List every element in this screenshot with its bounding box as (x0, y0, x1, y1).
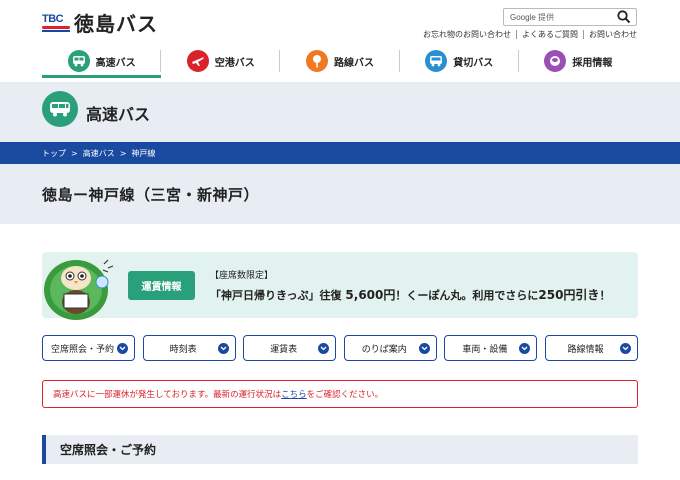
nav-item-recruit[interactable]: 採用情報 (519, 44, 638, 78)
alert-text: 高速バスに一部運休が発生しております。最新の運行状況は (53, 390, 282, 400)
nav-label: 貸切バス (453, 57, 494, 69)
subnav-route-info[interactable]: 路線情報 (544, 335, 638, 361)
breadcrumb-separator: > (71, 148, 78, 158)
bus-stop-icon (306, 50, 328, 72)
logo-text: 徳島バス (74, 12, 158, 36)
utility-link-lost-items[interactable]: お忘れ物のお問い合わせ (423, 30, 516, 39)
subnav-vehicles[interactable]: 車両・設備 (444, 335, 538, 361)
route-header: 徳島ー神戸線（三宮・新神戸） (0, 164, 680, 224)
section-header: 高速バス (0, 82, 680, 142)
tbc-logo-mark: TBC (42, 12, 70, 34)
promo-text: 「神戸日帰りきっぷ」往復 5,600円！くーぽん丸。利用でさらに250円引き！ (210, 288, 611, 302)
chevron-down-icon (318, 343, 330, 354)
chevron-down-icon (217, 343, 229, 354)
search-icon[interactable] (616, 9, 632, 25)
subnav-reservation[interactable]: 空席照会・予約 (42, 335, 135, 361)
subnav-bus-stops[interactable]: のりば案内 (343, 335, 437, 361)
subnav-fares[interactable]: 運賃表 (243, 335, 337, 361)
breadcrumb-current: 神戸線 (131, 148, 156, 158)
bus-icon (42, 91, 78, 127)
chevron-down-icon (117, 343, 128, 354)
alert-text-tail: をご確認ください。 (306, 390, 384, 400)
search-box[interactable]: Google 提供 (503, 8, 637, 26)
global-nav: 高速バス 空港バス 路線バス 貸切バス 採用情報 (42, 44, 638, 78)
promo-label: 【座席数限定】 (210, 271, 274, 281)
nav-item-charter-bus[interactable]: 貸切バス (400, 44, 520, 78)
fare-info-button[interactable]: 運賃情報 (128, 271, 195, 300)
breadcrumb-highway-bus[interactable]: 高速バス (83, 148, 115, 159)
bus-icon (67, 50, 90, 72)
utility-link-faq[interactable]: よくあるご質問 (516, 30, 583, 39)
person-icon (544, 50, 567, 72)
service-alert: 高速バスに一部運休が発生しております。最新の運行状況は こちら をご確認ください。 (42, 380, 638, 408)
nav-label: 路線バス (334, 57, 374, 69)
page-title: 高速バス (86, 105, 151, 124)
nav-label: 高速バス (95, 57, 136, 69)
site-header: TBC 徳島バス Google 提供 お忘れ物のお問い合わせ よくあるご質問 お… (0, 0, 680, 82)
alert-link[interactable]: こちら (281, 388, 307, 400)
nav-item-route-bus[interactable]: 路線バス (280, 44, 400, 78)
breadcrumb-separator: > (119, 148, 127, 158)
chevron-down-icon (418, 343, 430, 354)
nav-label: 採用情報 (572, 57, 613, 69)
utility-link-contact[interactable]: お問い合わせ (583, 30, 637, 39)
chevron-down-icon (619, 343, 631, 354)
route-title: 徳島ー神戸線（三宮・新神戸） (42, 186, 260, 204)
promo-banner[interactable]: 運賃情報 【座席数限定】 「神戸日帰りきっぷ」往復 5,600円！くーぽん丸。利… (42, 250, 638, 320)
airplane-icon (186, 50, 209, 72)
nav-label: 空港バス (214, 57, 255, 69)
nav-item-airport-bus[interactable]: 空港バス (161, 44, 281, 78)
search-input[interactable]: Google 提供 (510, 12, 616, 23)
logo-mark-text: TBC (42, 12, 64, 25)
mascot-image (42, 250, 122, 320)
breadcrumb: トップ > 高速バス > 神戸線 (0, 142, 680, 164)
breadcrumb-home[interactable]: トップ (42, 148, 66, 159)
utility-links: お忘れ物のお問い合わせ よくあるご質問 お問い合わせ (423, 30, 637, 39)
section-heading-reservation: 空席照会・ご予約 (42, 435, 638, 464)
nav-item-highway-bus[interactable]: 高速バス (42, 44, 162, 78)
subnav-timetable[interactable]: 時刻表 (142, 335, 236, 361)
route-subnav: 空席照会・予約 時刻表 運賃表 のりば案内 車両・設備 路線情報 (42, 335, 638, 361)
charter-bus-icon (425, 50, 448, 72)
chevron-down-icon (519, 343, 531, 354)
site-logo[interactable]: TBC 徳島バス (42, 8, 158, 37)
